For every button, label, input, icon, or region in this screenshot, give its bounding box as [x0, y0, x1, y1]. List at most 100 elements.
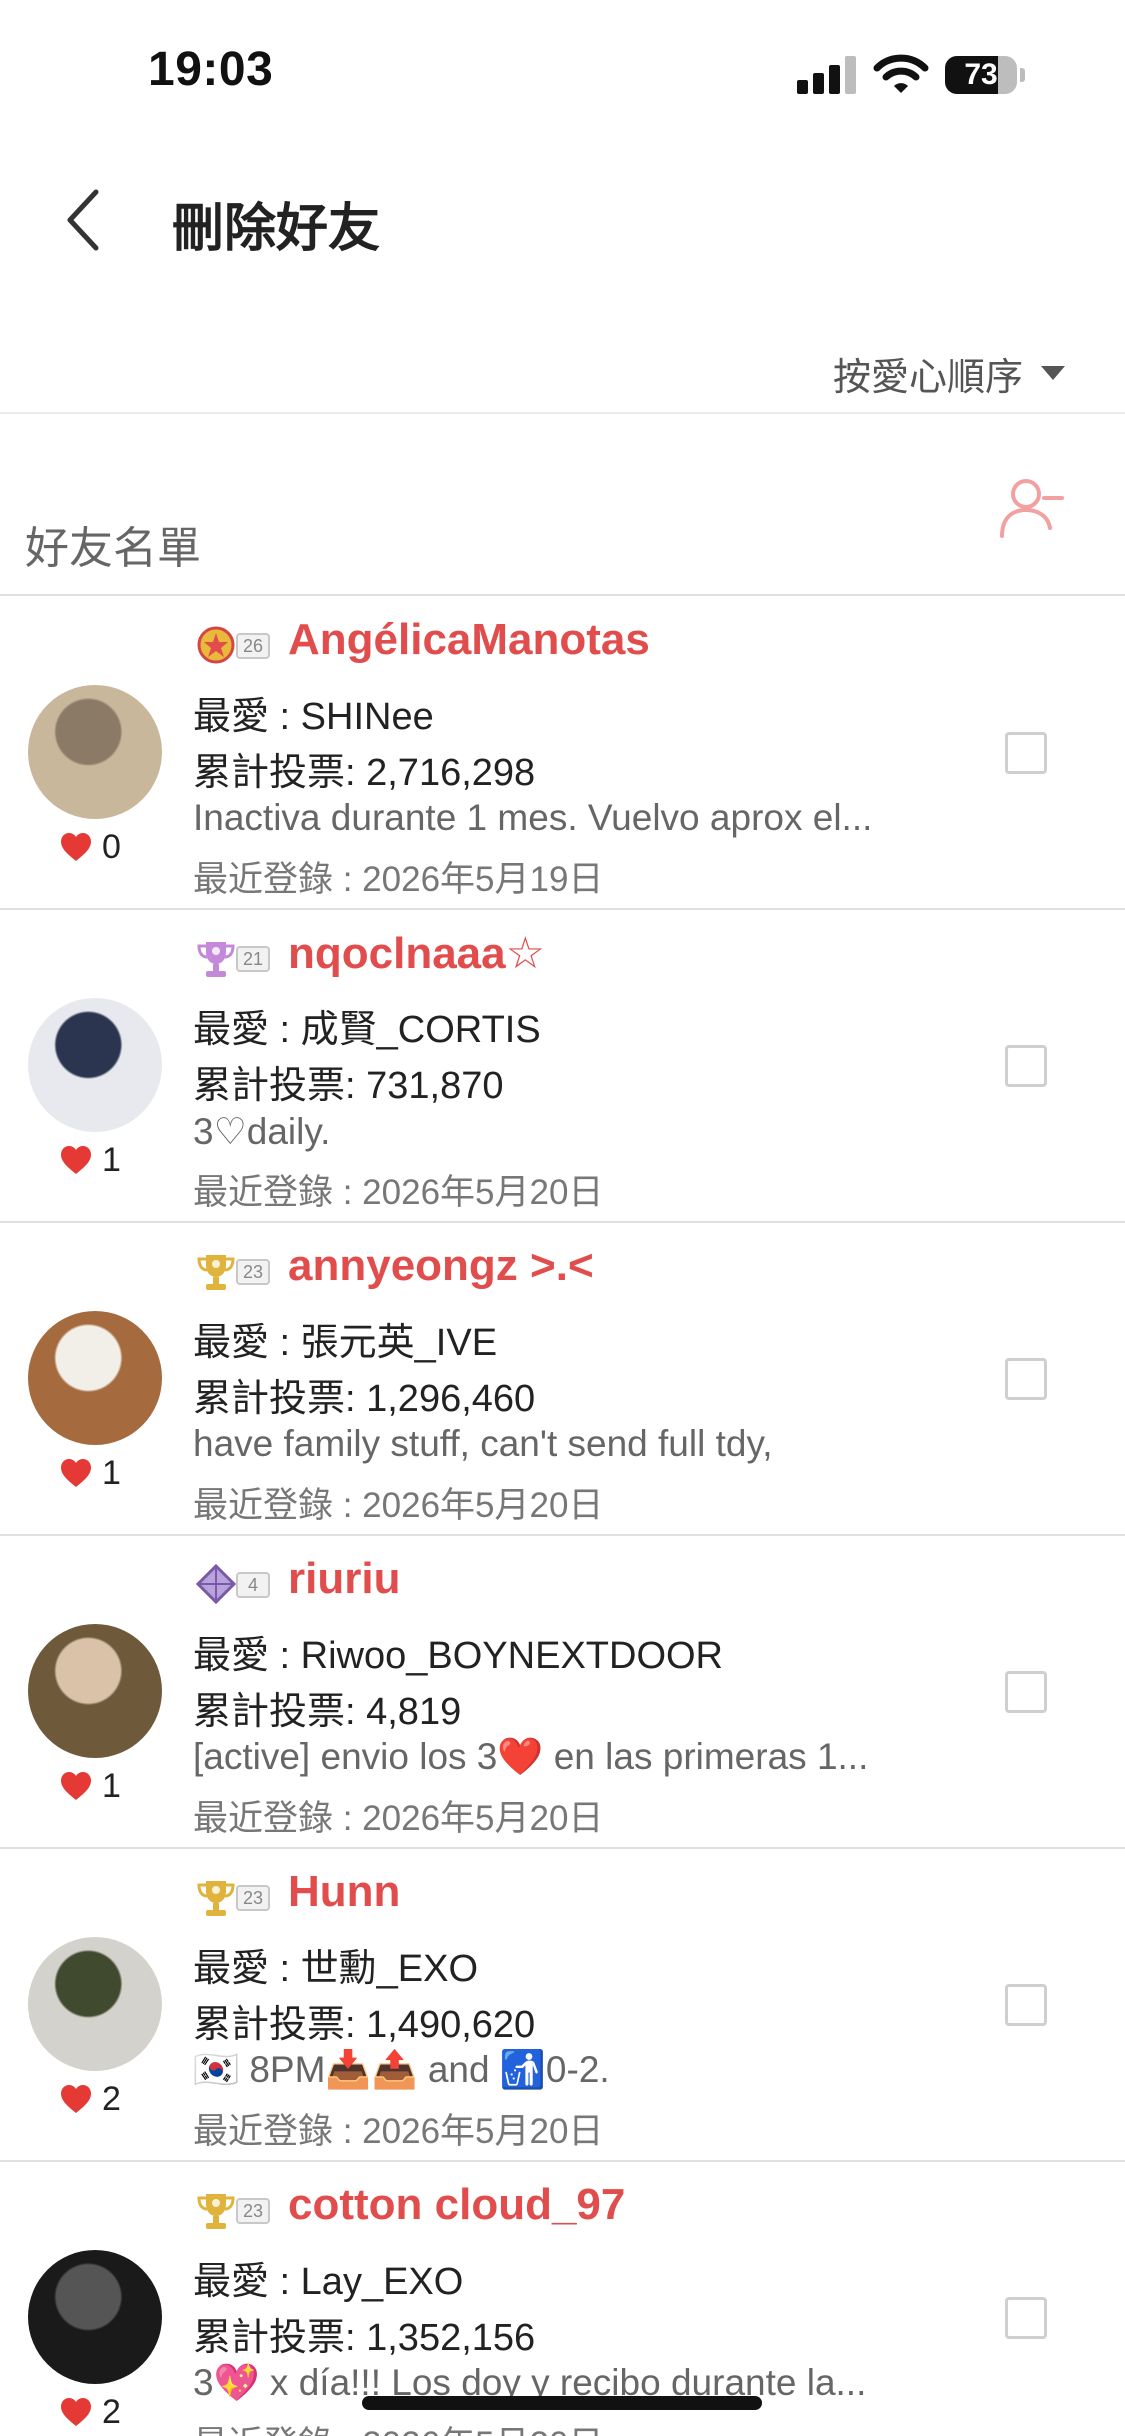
heart-number: 1: [102, 1140, 121, 1179]
favorite-idol: 最愛 : SHINee: [193, 696, 434, 738]
username[interactable]: riuriu: [288, 1554, 400, 1604]
friend-list-header: 好友名單: [0, 416, 1125, 596]
heart-count: 2: [60, 2390, 121, 2434]
user-minus-icon[interactable]: [998, 474, 1066, 542]
favorite-idol: 最愛 : 成賢_CORTIS: [193, 1009, 541, 1051]
level-badge: 26: [194, 621, 272, 669]
heart-number: 1: [102, 1453, 121, 1492]
heart-number: 2: [102, 2392, 121, 2431]
username[interactable]: cotton cloud_97: [288, 2180, 625, 2230]
level-number: 26: [236, 633, 270, 659]
avatar[interactable]: [28, 1624, 162, 1758]
heart-number: 2: [102, 2079, 121, 2118]
heart-count: 2: [60, 2077, 121, 2121]
username[interactable]: nqoclnaaa☆: [288, 928, 545, 979]
level-number: 23: [236, 1259, 270, 1285]
trophy-badge-icon: [194, 936, 238, 980]
select-checkbox[interactable]: [1005, 732, 1047, 774]
friend-row[interactable]: 2 23 Hunn 最愛 : 世勳_EXO 累計投票: 1,490,620 🇰🇷…: [0, 1849, 1125, 2162]
star-badge-icon: [194, 623, 238, 667]
battery-percent: 73: [964, 58, 998, 91]
trophy-badge-icon: [194, 1249, 238, 1293]
heart-icon: [61, 2085, 91, 2113]
favorite-idol: 最愛 : 世勳_EXO: [193, 1948, 479, 1990]
total-votes: 累計投票: 1,490,620: [193, 2004, 536, 2046]
status-message: 🇰🇷 8PM📥📤 and 🚮0-2.: [193, 2049, 610, 2090]
last-login: 最近登錄 : 2026年5月20日: [193, 1486, 604, 1525]
wifi-icon: [873, 54, 929, 93]
status-time: 19:03: [148, 43, 274, 96]
last-login: 最近登錄 : 2026年5月20日: [193, 1173, 604, 1212]
home-indicator: [362, 2396, 762, 2410]
cellular-signal-icon: [797, 56, 857, 94]
battery-icon: 73: [945, 56, 1025, 94]
level-number: 21: [236, 946, 270, 972]
username[interactable]: Hunn: [288, 1867, 400, 1917]
heart-number: 0: [102, 827, 121, 866]
last-login: 最近登錄 : 2026年5月20日: [193, 2112, 604, 2151]
heart-count: 0: [60, 825, 121, 869]
level-badge: 23: [194, 2186, 272, 2234]
page-title: 刪除好友: [172, 200, 381, 258]
favorite-idol: 最愛 : Lay_EXO: [193, 2261, 464, 2303]
avatar[interactable]: [28, 2250, 162, 2384]
friend-row[interactable]: 0 26 AngélicaManotas 最愛 : SHINee 累計投票: 2…: [0, 597, 1125, 910]
status-bar: 19:03 73: [0, 0, 1125, 150]
friend-row[interactable]: 1 21 nqoclnaaa☆ 最愛 : 成賢_CORTIS 累計投票: 731…: [0, 910, 1125, 1223]
chevron-left-icon[interactable]: [56, 180, 116, 260]
level-badge: 23: [194, 1247, 272, 1295]
diamond-badge-icon: [194, 1562, 238, 1606]
status-message: have family stuff, can't send full tdy,: [193, 1423, 773, 1464]
heart-icon: [61, 1459, 91, 1487]
select-checkbox[interactable]: [1005, 1358, 1047, 1400]
avatar[interactable]: [28, 685, 162, 819]
username[interactable]: AngélicaManotas: [288, 615, 650, 665]
heart-count: 1: [60, 1451, 121, 1495]
last-login: 最近登錄 : 2026年5月19日: [193, 860, 604, 899]
select-checkbox[interactable]: [1005, 1045, 1047, 1087]
select-checkbox[interactable]: [1005, 2297, 1047, 2339]
friend-row[interactable]: 1 4 riuriu 最愛 : Riwoo_BOYNEXTDOOR 累計投票: …: [0, 1536, 1125, 1849]
username[interactable]: annyeongz >.<: [288, 1241, 594, 1291]
select-checkbox[interactable]: [1005, 1671, 1047, 1713]
trophy-badge-icon: [194, 2188, 238, 2232]
heart-icon: [61, 1146, 91, 1174]
select-checkbox[interactable]: [1005, 1984, 1047, 2026]
heart-icon: [61, 2398, 91, 2426]
sort-label: 按愛心順序: [832, 356, 1023, 399]
status-message: [active] envio los 3❤️ en las primeras 1…: [193, 1736, 869, 1777]
sort-row: 按愛心順序: [0, 330, 1125, 414]
avatar[interactable]: [28, 1311, 162, 1445]
friend-list: 0 26 AngélicaManotas 最愛 : SHINee 累計投票: 2…: [0, 597, 1125, 2436]
total-votes: 累計投票: 1,352,156: [193, 2317, 536, 2359]
favorite-idol: 最愛 : Riwoo_BOYNEXTDOOR: [193, 1635, 723, 1677]
level-badge: 4: [194, 1560, 272, 1608]
friend-row[interactable]: 2 23 cotton cloud_97 最愛 : Lay_EXO 累計投票: …: [0, 2162, 1125, 2436]
favorite-idol: 最愛 : 張元英_IVE: [193, 1322, 498, 1364]
sort-dropdown[interactable]: 按愛心順序: [832, 348, 1065, 399]
avatar[interactable]: [28, 998, 162, 1132]
heart-number: 1: [102, 1766, 121, 1805]
total-votes: 累計投票: 4,819: [193, 1691, 462, 1733]
level-number: 23: [236, 2198, 270, 2224]
heart-count: 1: [60, 1764, 121, 1808]
total-votes: 累計投票: 2,716,298: [193, 752, 536, 794]
avatar[interactable]: [28, 1937, 162, 2071]
heart-icon: [61, 1772, 91, 1800]
heart-icon: [61, 833, 91, 861]
total-votes: 累計投票: 731,870: [193, 1065, 504, 1107]
status-message: Inactiva durante 1 mes. Vuelvo aprox el.…: [193, 797, 873, 838]
last-login: 最近登錄 : 2026年5月20日: [193, 2416, 603, 2436]
friend-row[interactable]: 1 23 annyeongz >.< 最愛 : 張元英_IVE 累計投票: 1,…: [0, 1223, 1125, 1536]
caret-down-icon: [1041, 366, 1065, 380]
level-number: 4: [236, 1572, 270, 1598]
header: 刪除好友: [0, 150, 1125, 300]
section-title: 好友名單: [25, 524, 201, 573]
total-votes: 累計投票: 1,296,460: [193, 1378, 536, 1420]
level-number: 23: [236, 1885, 270, 1911]
heart-count: 1: [60, 1138, 121, 1182]
last-login: 最近登錄 : 2026年5月20日: [193, 1799, 604, 1838]
trophy-badge-icon: [194, 1875, 238, 1919]
status-message: 3♡daily.: [193, 1111, 331, 1152]
level-badge: 21: [194, 934, 272, 982]
